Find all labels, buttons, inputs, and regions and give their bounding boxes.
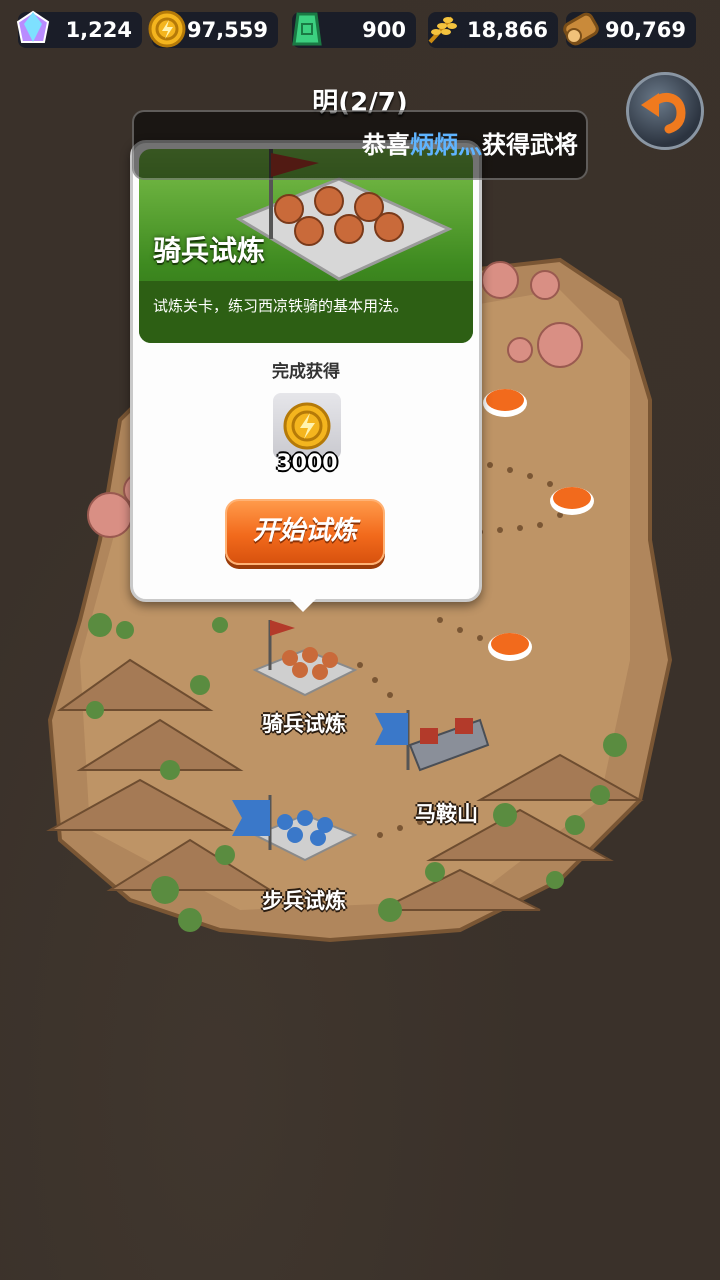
- gem-icon: [16, 10, 50, 43]
- coin-icon: [283, 402, 331, 450]
- resource-coin[interactable]: 97,559: [148, 10, 278, 48]
- reward-amount: 3000: [276, 451, 338, 476]
- ticker-suffix: 获得武将: [482, 131, 578, 159]
- reward-item[interactable]: [273, 393, 341, 459]
- map-node-label-cavalry[interactable]: 骑兵试炼: [262, 708, 346, 738]
- stage-title: 骑兵试炼: [153, 234, 266, 267]
- resource-jade[interactable]: 900: [292, 12, 416, 48]
- reward-label: 完成获得: [272, 362, 340, 382]
- stage-description: 试炼关卡，练习西凉铁骑的基本用法。: [153, 297, 409, 315]
- ticker-text: 恭喜炳炳灬获得武将: [362, 112, 578, 178]
- map-node-label-fortress[interactable]: 马鞍山: [415, 798, 478, 828]
- jade-token-icon: [292, 12, 322, 46]
- ticker-player-name: 炳炳灬: [410, 131, 482, 159]
- undo-arrow-icon: [641, 93, 686, 134]
- start-trial-button[interactable]: 开始试炼: [225, 499, 385, 565]
- wheat-icon: [428, 16, 457, 44]
- coin-icon: [148, 10, 186, 48]
- ticker-prefix: 恭喜: [362, 131, 410, 159]
- resource-bar: 1,224 97,559 900 18,866 90,769: [0, 0, 720, 60]
- back-button[interactable]: [626, 72, 704, 150]
- map-node-label-infantry[interactable]: 步兵试炼: [262, 885, 346, 915]
- popup-pointer: [289, 598, 317, 612]
- resource-grain[interactable]: 18,866: [428, 12, 558, 48]
- wood-log-icon: [563, 12, 599, 46]
- resource-gem[interactable]: 1,224: [16, 10, 142, 48]
- grain-count: 18,866: [466, 18, 548, 42]
- wood-count: 90,769: [604, 18, 686, 42]
- coin-count: 97,559: [186, 18, 268, 42]
- resource-wood[interactable]: 90,769: [563, 12, 696, 48]
- gem-count: 1,224: [65, 18, 132, 42]
- stage-info-popup: 骑兵试炼 试炼关卡，练习西凉铁骑的基本用法。 完成获得 3000 开始试炼: [130, 140, 482, 602]
- announcement-ticker: 恭喜炳炳灬获得武将: [132, 110, 588, 180]
- jade-count: 900: [362, 18, 406, 42]
